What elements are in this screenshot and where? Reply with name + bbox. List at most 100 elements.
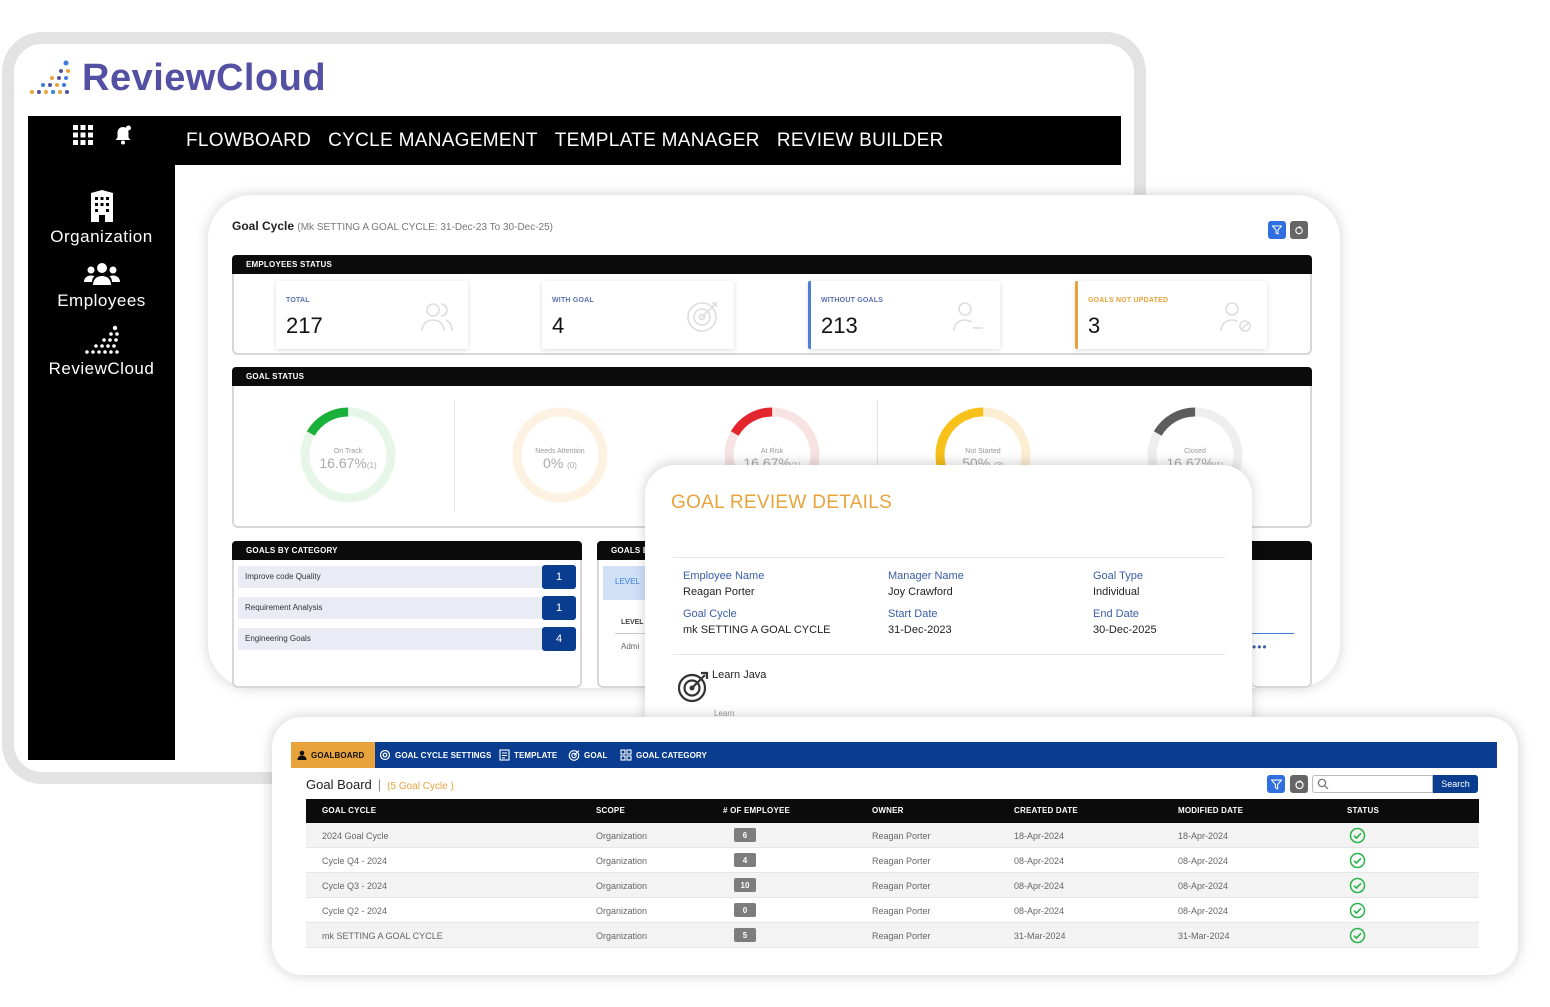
- goal-target-icon: [677, 671, 709, 703]
- cell-goal-cycle[interactable]: Cycle Q3 - 2024: [322, 881, 387, 891]
- donut-label: At Risk: [760, 448, 784, 455]
- column-goal-cycle[interactable]: GOAL CYCLE: [322, 806, 376, 815]
- cell-modified-date: 08-Apr-2024: [1178, 906, 1229, 916]
- cell-owner: Reagan Porter: [872, 881, 931, 891]
- divider: |: [377, 777, 382, 792]
- cell-owner: Reagan Porter: [872, 856, 931, 866]
- cell-owner: Reagan Porter: [872, 931, 931, 941]
- search-button[interactable]: Search: [1433, 775, 1478, 793]
- board-filter-button[interactable]: [1267, 775, 1285, 793]
- category-count-badge: 1: [542, 596, 576, 620]
- tab-goal-cycle-settings[interactable]: GOAL CYCLE SETTINGS: [379, 742, 491, 768]
- goal-board-table-header: GOAL CYCLE SCOPE # OF EMPLOYEE OWNER CRE…: [306, 799, 1479, 823]
- tab-level[interactable]: LEVEL: [603, 566, 645, 600]
- table-row[interactable]: mk SETTING A GOAL CYCLE Organization 5 R…: [306, 923, 1479, 948]
- goal-type-label: Goal Type: [1093, 570, 1143, 582]
- column-scope[interactable]: SCOPE: [596, 806, 625, 815]
- category-grid-icon: [620, 749, 632, 761]
- tab-label: GOAL: [584, 750, 608, 760]
- donut-label: Closed: [1184, 448, 1206, 455]
- tab-template[interactable]: TEMPLATE: [499, 742, 557, 768]
- cell-scope: Organization: [596, 931, 648, 941]
- user-icon: [297, 750, 307, 760]
- status-check-icon: [1349, 852, 1366, 869]
- tab-label: TEMPLATE: [514, 750, 558, 760]
- cell-modified-date: 08-Apr-2024: [1178, 856, 1229, 866]
- category-row[interactable]: Engineering Goals 4: [238, 627, 576, 651]
- table-row[interactable]: Cycle Q4 - 2024 Organization 4 Reagan Po…: [306, 848, 1479, 873]
- column-modified-date[interactable]: MODIFIED DATE: [1178, 806, 1243, 815]
- target-icon: [568, 750, 580, 761]
- status-check-icon: [1349, 827, 1366, 844]
- donut-count: (1): [366, 461, 377, 470]
- cell-goal-cycle[interactable]: Cycle Q4 - 2024: [322, 856, 387, 866]
- cell-created-date: 18-Apr-2024: [1014, 831, 1065, 841]
- filter-icon: [1270, 779, 1282, 790]
- tab-goal-category[interactable]: GOAL CATEGORY: [620, 742, 707, 768]
- status-check-icon: [1349, 902, 1366, 919]
- donut-percent: 0%: [543, 455, 564, 471]
- goal-board-title: Goal Board | (5 Goal Cycle ): [306, 777, 454, 792]
- donut-label: Needs Attention: [535, 448, 585, 455]
- category-count-badge: 4: [542, 627, 576, 651]
- tab-label: GOAL CATEGORY: [636, 750, 707, 760]
- category-name: Engineering Goals: [245, 634, 311, 643]
- goal-board-heading: Goal Board: [306, 777, 372, 792]
- column-owner[interactable]: OWNER: [872, 806, 904, 815]
- cell-modified-date: 18-Apr-2024: [1178, 831, 1229, 841]
- category-row[interactable]: Improve code Quality 1: [238, 565, 576, 589]
- goals-by-category-header: GOALS BY CATEGORY: [232, 541, 582, 560]
- tab-label: GOAL CYCLE SETTINGS: [395, 750, 492, 760]
- donut-needs-attention-label: Needs Attention 0% (0): [510, 448, 610, 471]
- goal-board-tabs: GOALBOARD GOAL CYCLE SETTINGS TEMPLATE G…: [291, 742, 1497, 768]
- donut-percent: 16.67%: [319, 455, 367, 471]
- goal-board-subtitle: (5 Goal Cycle ): [387, 781, 454, 792]
- cell-modified-date: 31-Mar-2024: [1178, 931, 1230, 941]
- table-row[interactable]: 2024 Goal Cycle Organization 6 Reagan Po…: [306, 823, 1479, 848]
- table-row[interactable]: Cycle Q2 - 2024 Organization 0 Reagan Po…: [306, 898, 1479, 923]
- column-status[interactable]: STATUS: [1347, 806, 1379, 815]
- cell-scope: Organization: [596, 906, 648, 916]
- employee-count-badge: 6: [734, 828, 756, 842]
- cell-goal-cycle[interactable]: Cycle Q2 - 2024: [322, 906, 387, 916]
- cell-goal-cycle[interactable]: 2024 Goal Cycle: [322, 831, 389, 841]
- employee-count-badge: 4: [734, 853, 756, 867]
- employee-count-badge: 10: [734, 878, 756, 892]
- cell-owner: Reagan Porter: [872, 906, 931, 916]
- cell-owner: Reagan Porter: [872, 831, 931, 841]
- tab-goal[interactable]: GOAL: [568, 742, 608, 768]
- category-count-badge: 1: [542, 565, 576, 589]
- status-check-icon: [1349, 927, 1366, 944]
- cell-goal-cycle[interactable]: mk SETTING A GOAL CYCLE: [322, 931, 443, 941]
- refresh-icon: [1294, 779, 1304, 789]
- cell-modified-date: 08-Apr-2024: [1178, 881, 1229, 891]
- end-date-label: End Date: [1093, 608, 1139, 620]
- template-icon: [499, 749, 510, 761]
- column-created-date[interactable]: CREATED DATE: [1014, 806, 1078, 815]
- goal-cycle-value: mk SETTING A GOAL CYCLE: [683, 624, 831, 636]
- donut-label: Not Started: [965, 448, 1001, 455]
- donut-on-track-label: On Track 16.67%(1): [298, 448, 398, 471]
- more-dots-icon[interactable]: •••: [1252, 640, 1268, 654]
- cell-created-date: 08-Apr-2024: [1014, 856, 1065, 866]
- board-refresh-button[interactable]: [1290, 775, 1308, 793]
- status-check-icon: [1349, 877, 1366, 894]
- end-date-value: 30-Dec-2025: [1093, 624, 1157, 636]
- tab-goalboard[interactable]: GOALBOARD: [291, 742, 375, 768]
- column-employee-count[interactable]: # OF EMPLOYEE: [723, 806, 790, 815]
- level-cell: Admi: [621, 642, 640, 651]
- divider: [1252, 633, 1294, 634]
- donut-label: On Track: [333, 448, 363, 455]
- category-row[interactable]: Requirement Analysis 1: [238, 596, 576, 620]
- table-row[interactable]: Cycle Q3 - 2024 Organization 10 Reagan P…: [306, 873, 1479, 898]
- cell-created-date: 08-Apr-2024: [1014, 906, 1065, 916]
- manager-name-label: Manager Name: [888, 570, 964, 582]
- tab-label: GOALBOARD: [311, 750, 365, 760]
- search-icon: [1317, 778, 1329, 790]
- goal-review-title: GOAL REVIEW DETAILS: [671, 492, 893, 513]
- cell-scope: Organization: [596, 856, 648, 866]
- employee-count-badge: 0: [734, 903, 756, 917]
- cell-created-date: 31-Mar-2024: [1014, 931, 1066, 941]
- search-input[interactable]: [1312, 775, 1433, 793]
- manager-name-value: Joy Crawford: [888, 586, 953, 598]
